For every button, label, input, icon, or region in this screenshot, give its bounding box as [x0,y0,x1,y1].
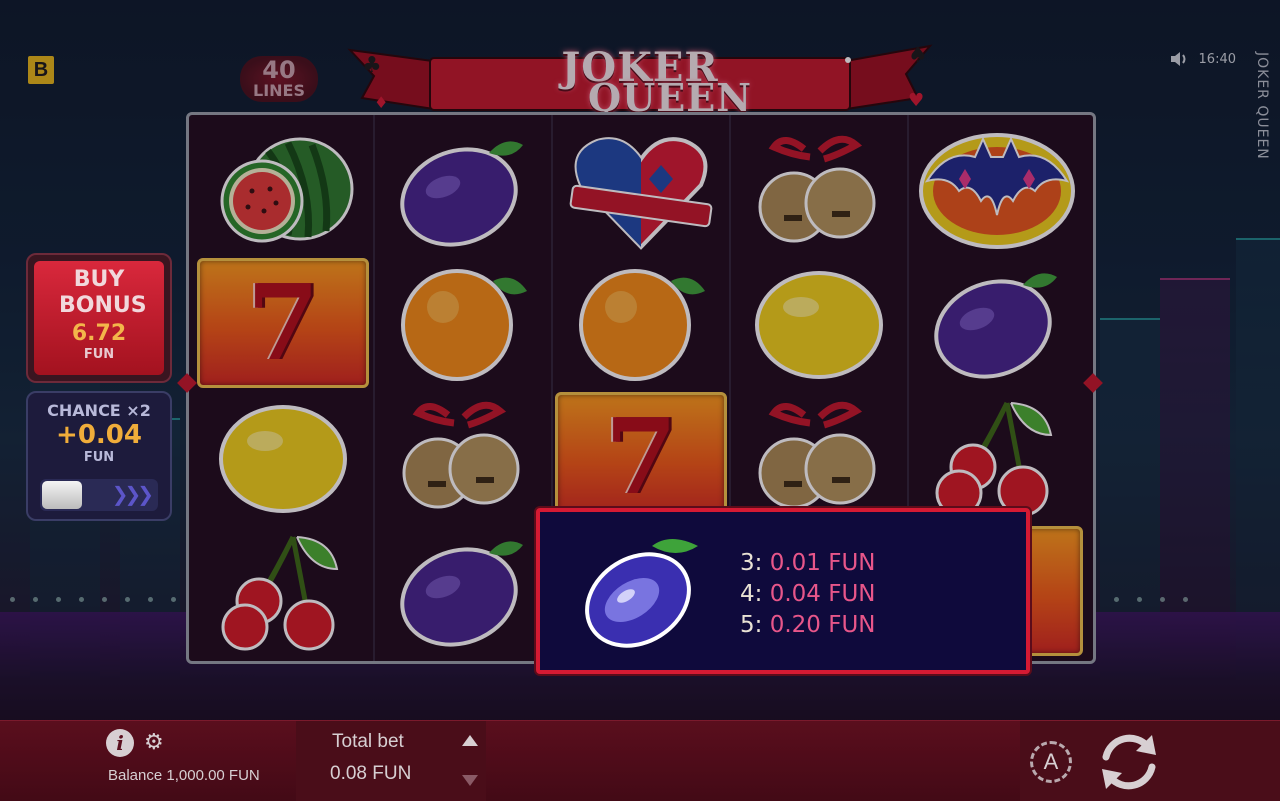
buy-bonus-button[interactable]: BUY BONUS 6.72 FUN [26,253,172,383]
symbol-watermelon [195,125,371,257]
orange-icon [401,269,527,381]
plum-icon [585,539,698,648]
bet-decrease-button[interactable] [462,775,478,786]
chance-label: CHANCE ×2 [47,401,151,420]
symbol-orange [553,257,729,389]
symbol-seven: 7 [553,391,729,523]
symbol-bells [375,391,551,523]
seven-icon: 7 [197,258,369,388]
bat-emblem-icon [919,133,1075,249]
gear-icon[interactable]: ⚙ [144,732,164,754]
paytable-popup: 3: 0.01 FUN 4: 0.04 FUN 5: 0.20 FUN [536,508,1030,674]
orange-icon [579,269,705,381]
lines-badge: 40 LINES [240,56,318,102]
building [1160,278,1230,680]
paytable-values: 3: 0.01 FUN 4: 0.04 FUN 5: 0.20 FUN [740,548,876,641]
vertical-game-title: JOKER QUEEN [1254,52,1270,160]
status-area: 16:40 [1169,50,1236,68]
buy-bonus-amount: 6.72 [71,321,127,346]
pay-row: 4: 0.04 FUN [740,579,876,610]
info-row: i ⚙ [106,729,164,757]
symbol-lemon [731,257,907,389]
spin-button[interactable] [1094,727,1164,797]
game-title-banner: ♣ ♠ ♥ ♦ JOKER QUEEN [340,36,940,120]
lines-label: LINES [253,81,305,100]
cherries-icon [935,401,1053,517]
symbol-seven: 7 [195,257,371,389]
plum-icon [400,541,523,647]
buy-bonus-label: BUY BONUS [59,267,147,318]
symbol-bells [731,125,907,257]
pay-row: 5: 0.20 FUN [740,610,876,641]
building [1100,318,1160,680]
pay-value: 0.20 FUN [769,612,876,638]
cherries-icon [221,535,339,651]
symbol-bells [731,391,907,523]
symbol-lemon [195,391,371,523]
pay-row: 3: 0.01 FUN [740,548,876,579]
buy-bonus-currency: FUN [83,347,115,362]
lines-count: 40 [262,56,296,84]
bells-icon [758,401,876,509]
reel-1: 7 [195,115,371,661]
symbol-bat-emblem [909,125,1085,257]
game-title: JOKER QUEEN [340,44,940,120]
building [1236,238,1280,680]
chance-toggle[interactable]: ❯❯❯ [40,479,158,511]
autoplay-label: A [1043,749,1059,774]
symbol-plum [909,257,1085,389]
symbol-cherries [195,525,371,657]
balance-display: Balance 1,000.00 FUN [108,767,260,784]
total-bet-value: 0.08 FUN [330,763,412,784]
clock-time: 16:40 [1198,51,1236,67]
symbol-heart [553,125,729,257]
chevron-right-icon: ❯❯❯ [111,482,154,506]
plum-icon [934,273,1057,379]
info-icon[interactable]: i [106,729,134,757]
bottom-bar: i ⚙ Balance 1,000.00 FUN Total bet 0.08 … [0,720,1280,801]
symbol-plum [375,525,551,657]
toggle-knob[interactable] [42,481,82,509]
watermelon-icon [220,137,354,243]
lemon-icon [219,405,347,513]
pay-value: 0.01 FUN [769,550,876,576]
autoplay-button[interactable]: A [1030,741,1072,783]
speaker-icon[interactable] [1169,50,1189,68]
bet-increase-button[interactable] [462,735,478,746]
chance-currency: FUN [83,450,115,465]
reel-2 [373,115,551,661]
buy-bonus-face: BUY BONUS 6.72 FUN [34,261,164,375]
plum-icon [400,141,523,247]
symbol-cherries [909,391,1085,523]
brand-logo: B [28,56,54,84]
pay-value: 0.04 FUN [769,581,876,607]
chance-x2-panel: CHANCE ×2 +0.04 FUN ❯❯❯ [26,391,172,521]
lemon-icon [755,271,883,379]
bells-icon [402,401,520,509]
symbol-orange [375,257,551,389]
seven-icon: 7 [555,392,727,522]
pay-count: 4: [740,581,763,607]
pay-count: 5: [740,612,763,638]
chance-amount: +0.04 [56,420,142,450]
pay-count: 3: [740,550,763,576]
symbol-plum [375,125,551,257]
bells-icon [758,135,876,243]
total-bet-label: Total bet [332,731,404,752]
heart-icon [569,137,713,250]
